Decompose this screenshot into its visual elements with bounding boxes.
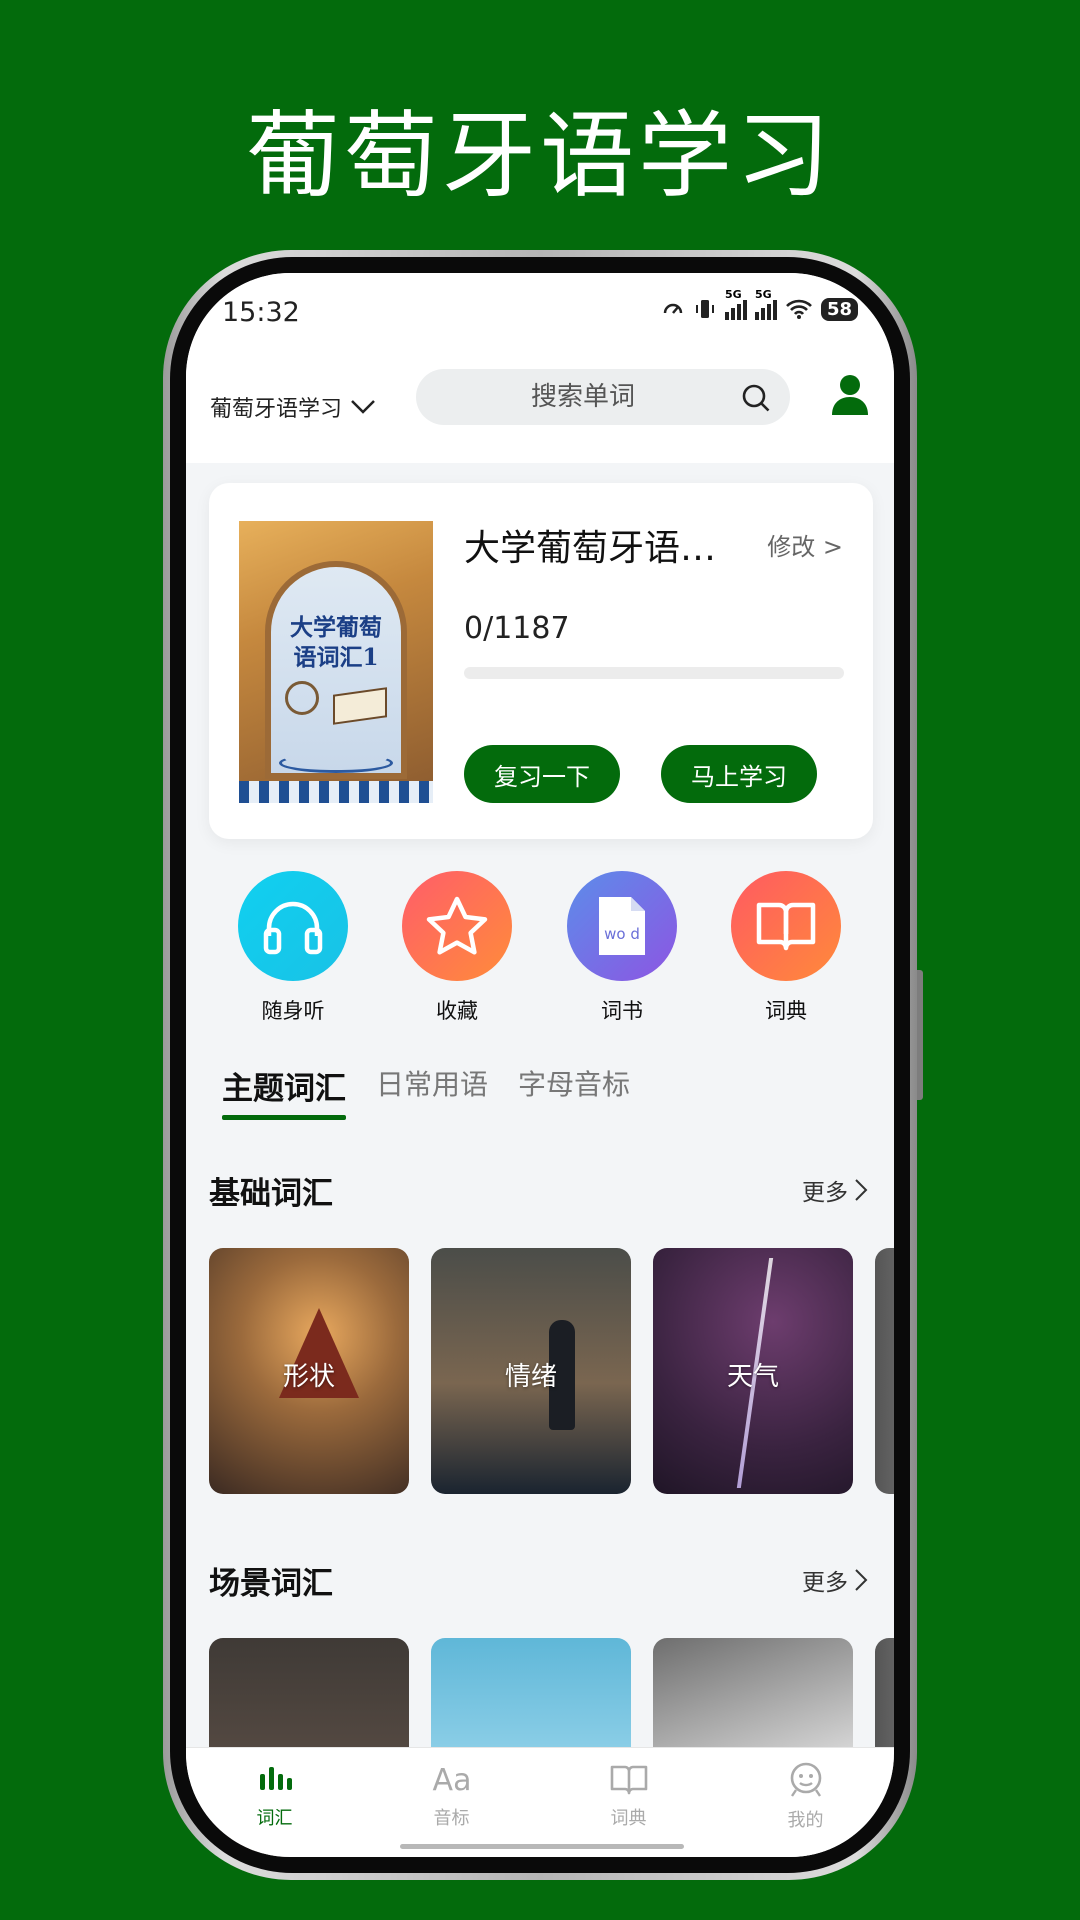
section-title-scene: 场景词汇 xyxy=(209,1566,333,1602)
feature-favorites[interactable]: 收藏 xyxy=(402,871,512,1025)
section-title-basic: 基础词汇 xyxy=(209,1176,333,1212)
book-selector-label: 葡萄牙语学习 xyxy=(210,397,343,422)
bottom-navigation: 词汇 Aa 音标 词典 我的 xyxy=(186,1747,894,1857)
star-icon xyxy=(426,896,488,955)
nav-label: 词典 xyxy=(610,1808,647,1829)
wifi-icon xyxy=(786,299,812,319)
search-icon[interactable] xyxy=(740,382,772,414)
nav-vocab[interactable]: 词汇 xyxy=(186,1748,363,1857)
headphones-icon xyxy=(263,901,323,955)
topic-card-label: 天气 xyxy=(726,1362,779,1392)
aa-icon: Aa xyxy=(432,1763,471,1798)
nav-label: 音标 xyxy=(433,1808,470,1829)
basic-vocab-cards: 形状 情绪 天气 xyxy=(209,1248,894,1494)
bars-icon xyxy=(259,1767,292,1790)
home-indicator[interactable] xyxy=(400,1844,684,1849)
feature-label: 词书 xyxy=(601,999,643,1023)
side-button xyxy=(917,970,923,1100)
book-cover-title: 大学葡萄 语词汇1 xyxy=(290,614,382,671)
battery-indicator: 58 xyxy=(820,297,858,321)
progress-count: 0/1187 xyxy=(464,611,570,646)
phone-frame: 15:32 5G 5G 58 葡萄牙语学习 搜索单词 大学葡萄 语词汇1 大学葡… xyxy=(163,250,923,1880)
book-icon xyxy=(610,1765,647,1795)
current-book-card: 大学葡萄 语词汇1 大学葡萄牙语… 修改 > 0/1187 复习一下 马上学习 xyxy=(209,483,873,839)
nav-phonetics[interactable]: Aa 音标 xyxy=(363,1748,540,1857)
nav-label: 我的 xyxy=(787,1810,824,1831)
more-label: 更多 xyxy=(802,1570,848,1596)
speed-icon xyxy=(663,303,683,314)
book-name: 大学葡萄牙语… xyxy=(464,528,717,569)
topic-card-shape[interactable]: 形状 xyxy=(209,1248,409,1494)
learn-now-button[interactable]: 马上学习 xyxy=(661,745,817,803)
book-cover[interactable]: 大学葡萄 语词汇1 xyxy=(239,521,433,803)
svg-text:wo d: wo d xyxy=(604,925,640,943)
signal-icon: 5G xyxy=(754,288,777,320)
open-book-icon xyxy=(756,902,816,951)
topic-card-partial[interactable] xyxy=(875,1248,894,1494)
feature-label: 词典 xyxy=(765,999,807,1023)
search-box[interactable] xyxy=(416,369,790,425)
word-file-icon: wo d xyxy=(599,897,645,955)
feature-shortcuts: 随身听 收藏 wo d 词书 词典 xyxy=(186,871,894,1031)
vocab-tabs: 主题词汇 日常用语 字母音标 xyxy=(222,1063,630,1120)
edit-book-link[interactable]: 修改 > xyxy=(767,527,843,562)
more-label: 更多 xyxy=(802,1180,848,1206)
search-input[interactable] xyxy=(416,369,790,425)
feature-label: 随身听 xyxy=(261,999,325,1023)
topic-card-mood[interactable]: 情绪 xyxy=(431,1248,631,1494)
tab-alphabet-phonetics[interactable]: 字母音标 xyxy=(518,1063,630,1120)
svg-text:Aa: Aa xyxy=(432,1763,471,1796)
topic-card-weather[interactable]: 天气 xyxy=(653,1248,853,1494)
book-selector[interactable]: 葡萄牙语学习 xyxy=(210,391,376,423)
app-screen: 15:32 5G 5G 58 葡萄牙语学习 搜索单词 大学葡萄 语词汇1 大学葡… xyxy=(186,273,894,1857)
status-bar: 15:32 5G 5G 58 xyxy=(186,273,894,353)
feature-dictionary[interactable]: 词典 xyxy=(731,871,841,1025)
more-basic-link[interactable]: 更多 xyxy=(802,1173,868,1207)
chevron-right-icon xyxy=(855,1569,868,1591)
status-time: 15:32 xyxy=(222,297,300,328)
nav-dictionary[interactable]: 词典 xyxy=(540,1748,717,1857)
progress-bar xyxy=(464,667,844,679)
vibrate-icon xyxy=(695,300,714,318)
topic-card-label: 情绪 xyxy=(504,1362,557,1392)
chevron-down-icon xyxy=(351,400,375,414)
nav-label: 词汇 xyxy=(256,1808,293,1829)
tab-topic-vocab[interactable]: 主题词汇 xyxy=(222,1063,346,1120)
review-button[interactable]: 复习一下 xyxy=(464,745,620,803)
signal-icon: 5G xyxy=(724,288,747,320)
app-header: 葡萄牙语学习 xyxy=(186,353,894,463)
chevron-right-icon xyxy=(855,1179,868,1201)
nav-profile[interactable]: 我的 xyxy=(717,1748,894,1857)
promo-title: 葡萄牙语学习 xyxy=(245,102,834,211)
face-icon xyxy=(790,1762,821,1797)
feature-label: 收藏 xyxy=(436,999,478,1023)
more-scene-link[interactable]: 更多 xyxy=(802,1563,868,1597)
feature-listen[interactable]: 随身听 xyxy=(238,871,348,1025)
feature-wordbook[interactable]: wo d 词书 xyxy=(567,871,677,1025)
topic-card-label: 形状 xyxy=(282,1362,335,1392)
tab-daily-phrases[interactable]: 日常用语 xyxy=(376,1063,488,1120)
user-avatar-icon[interactable] xyxy=(830,373,870,417)
status-icons: 5G 5G 58 xyxy=(661,288,858,321)
globe-icon xyxy=(285,681,319,715)
